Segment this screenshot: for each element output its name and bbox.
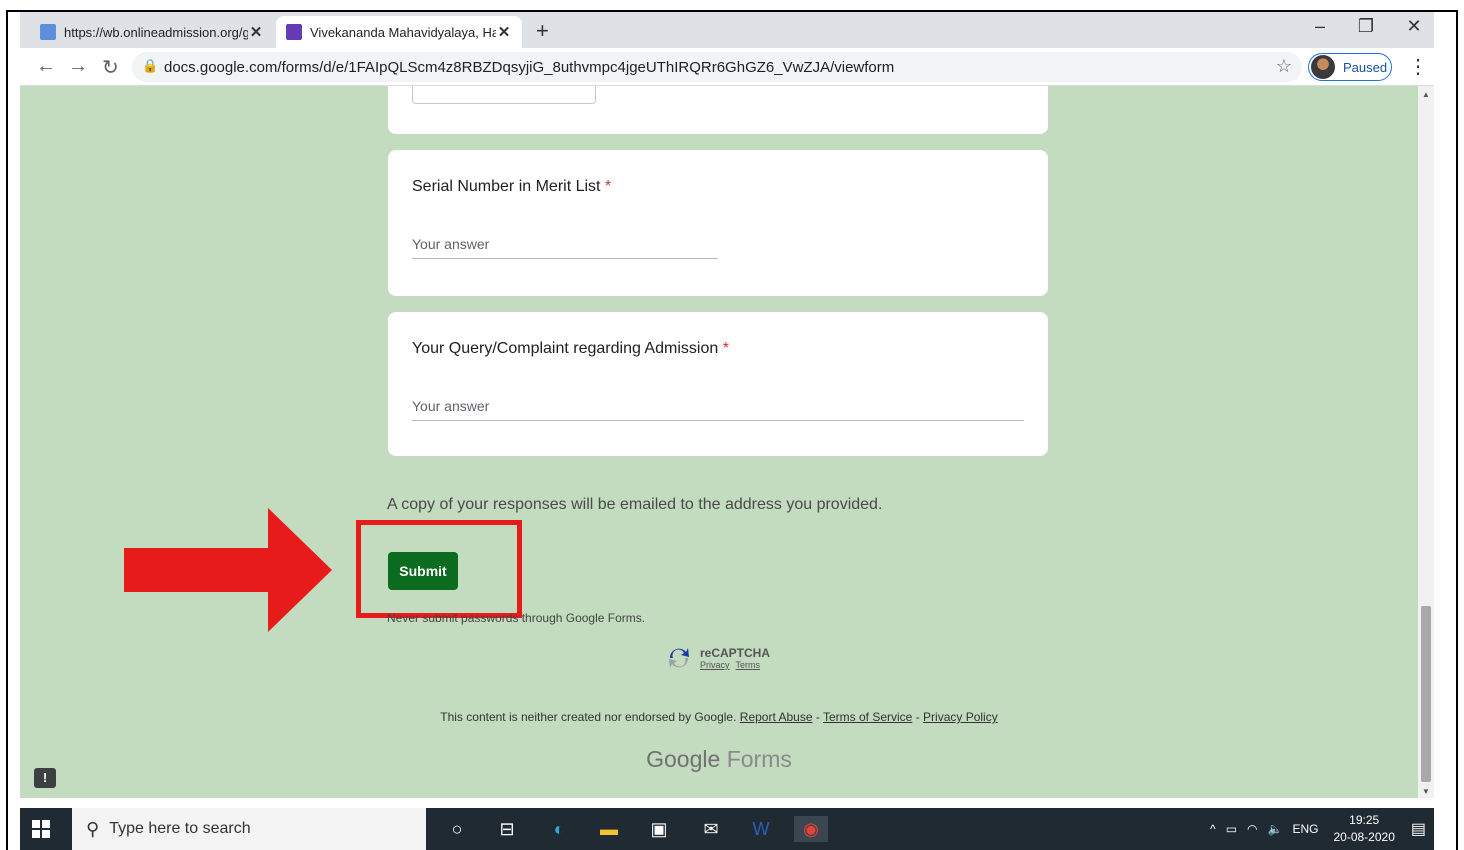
reload-icon[interactable]: ↻: [102, 55, 119, 80]
forward-arrow-icon[interactable]: →: [68, 55, 88, 78]
language-indicator[interactable]: ENG: [1292, 822, 1318, 836]
tab-strip: https://wb.onlineadmission.org/g ✕ Vivek…: [20, 12, 1434, 48]
new-tab-button[interactable]: +: [536, 18, 549, 44]
separator: -: [815, 710, 820, 724]
notification-center-icon[interactable]: ▤: [1411, 819, 1426, 839]
disclaimer-text: This content is neither created nor endo…: [440, 710, 737, 724]
address-bar[interactable]: 🔒 docs.google.com/forms/d/e/1FAIpQLScm4z…: [132, 52, 1302, 82]
question-card-query: Your Query/Complaint regarding Admission…: [388, 312, 1048, 456]
clock-time: 19:25: [1349, 813, 1380, 827]
privacy-policy-link[interactable]: Privacy Policy: [923, 710, 998, 724]
logo-forms-text: Forms: [726, 746, 792, 772]
tab-close-icon[interactable]: ✕: [248, 23, 264, 41]
taskbar-search-box[interactable]: ⚲ Type here to search: [72, 808, 426, 850]
system-tray: ^ ▭ ◠ 🔈 ENG 19:25 20-08-2020 ▤: [1205, 808, 1426, 850]
page-scrollbar[interactable]: ▲ ▼: [1418, 86, 1434, 798]
browser-toolbar: ← → ↻ 🔒 docs.google.com/forms/d/e/1FAIpQ…: [20, 48, 1434, 86]
feedback-icon[interactable]: !: [34, 768, 56, 788]
clock[interactable]: 19:25 20-08-2020: [1333, 812, 1394, 846]
mail-envelope-icon[interactable]: ✉: [698, 816, 724, 842]
windows-taskbar: ⚲ Type here to search ○ ⊟ ◐ ▬ ▣ ✉ W ◉ ^ …: [20, 808, 1434, 850]
question-title-text: Your Query/Complaint regarding Admission: [412, 340, 719, 357]
copy-response-note: A copy of your responses will be emailed…: [387, 496, 883, 513]
edge-browser-icon[interactable]: ◐: [546, 816, 572, 842]
forms-favicon-icon: [286, 24, 302, 40]
search-placeholder: Type here to search: [109, 820, 251, 837]
answer-input[interactable]: Your answer: [412, 398, 1024, 421]
file-explorer-icon[interactable]: ▬: [596, 816, 622, 842]
answer-input[interactable]: Your answer: [412, 236, 718, 259]
google-forms-logo[interactable]: Google Forms: [20, 746, 1418, 773]
separator: -: [915, 710, 920, 724]
back-arrow-icon[interactable]: ←: [36, 55, 56, 78]
tray-chevron-up-icon[interactable]: ^: [1210, 822, 1216, 836]
url-text[interactable]: docs.google.com/forms/d/e/1FAIpQLScm4z8R…: [164, 59, 894, 76]
lock-icon: 🔒: [142, 58, 159, 73]
minimize-icon[interactable]: –: [1300, 16, 1340, 37]
recaptcha-privacy-link[interactable]: Privacy: [700, 660, 730, 670]
required-asterisk: *: [604, 178, 612, 195]
tab-google-form[interactable]: Vivekananda Mahavidyalaya, Har ✕: [276, 16, 522, 48]
bookmark-star-icon[interactable]: ☆: [1276, 56, 1292, 77]
tab-close-icon[interactable]: ✕: [496, 23, 512, 41]
report-abuse-link[interactable]: Report Abuse: [740, 710, 813, 724]
red-arrow-annotation-icon: [124, 508, 332, 632]
terms-of-service-link[interactable]: Terms of Service: [823, 710, 912, 724]
tab-title: https://wb.onlineadmission.org/g: [64, 24, 248, 40]
required-asterisk: *: [722, 340, 729, 357]
scroll-down-icon[interactable]: ▼: [1422, 787, 1430, 796]
cortana-circle-icon[interactable]: ○: [444, 816, 470, 842]
recaptcha-terms-link[interactable]: Terms: [736, 660, 761, 670]
recaptcha-title: reCAPTCHA: [700, 646, 771, 660]
search-icon: ⚲: [86, 818, 100, 839]
question-card-serial-number: Serial Number in Merit List * Your answe…: [388, 150, 1048, 296]
word-app-icon[interactable]: W: [748, 816, 774, 842]
previous-question-card: [388, 86, 1048, 134]
question-title-text: Serial Number in Merit List: [412, 178, 601, 195]
highlight-box-annotation: [356, 520, 522, 618]
footer-disclaimer: This content is neither created nor endo…: [20, 710, 1418, 724]
site-favicon-icon: [40, 24, 56, 40]
scrollbar-thumb[interactable]: [1421, 606, 1431, 782]
recaptcha-icon: [669, 648, 689, 668]
avatar: [1311, 55, 1335, 79]
battery-icon[interactable]: ▭: [1226, 822, 1237, 836]
tab-onlineadmission[interactable]: https://wb.onlineadmission.org/g ✕: [30, 16, 274, 48]
logo-google-text: Google: [646, 746, 721, 772]
profile-status: Paused: [1343, 59, 1388, 75]
menu-kebab-icon[interactable]: ⋮: [1408, 54, 1428, 79]
tab-title: Vivekananda Mahavidyalaya, Har: [310, 24, 496, 40]
clock-date: 20-08-2020: [1333, 830, 1395, 844]
question-title: Your Query/Complaint regarding Admission…: [412, 340, 729, 358]
password-warning: Never submit passwords through Google Fo…: [387, 611, 646, 625]
chrome-browser-icon[interactable]: ◉: [794, 816, 828, 842]
previous-answer-field[interactable]: [412, 86, 596, 104]
profile-button[interactable]: Paused: [1308, 53, 1392, 81]
task-view-icon[interactable]: ⊟: [494, 816, 520, 842]
wifi-icon[interactable]: ◠: [1247, 822, 1257, 836]
question-title: Serial Number in Merit List *: [412, 178, 611, 196]
volume-speaker-icon[interactable]: 🔈: [1268, 822, 1283, 836]
store-bag-icon[interactable]: ▣: [646, 816, 672, 842]
scroll-up-icon[interactable]: ▲: [1422, 90, 1430, 99]
restore-icon[interactable]: ❐: [1346, 16, 1386, 37]
close-window-icon[interactable]: ✕: [1394, 16, 1434, 37]
windows-start-icon[interactable]: [32, 820, 50, 838]
recaptcha-badge: reCAPTCHA Privacy Terms: [666, 644, 770, 672]
form-page: Serial Number in Merit List * Your answe…: [20, 86, 1418, 798]
